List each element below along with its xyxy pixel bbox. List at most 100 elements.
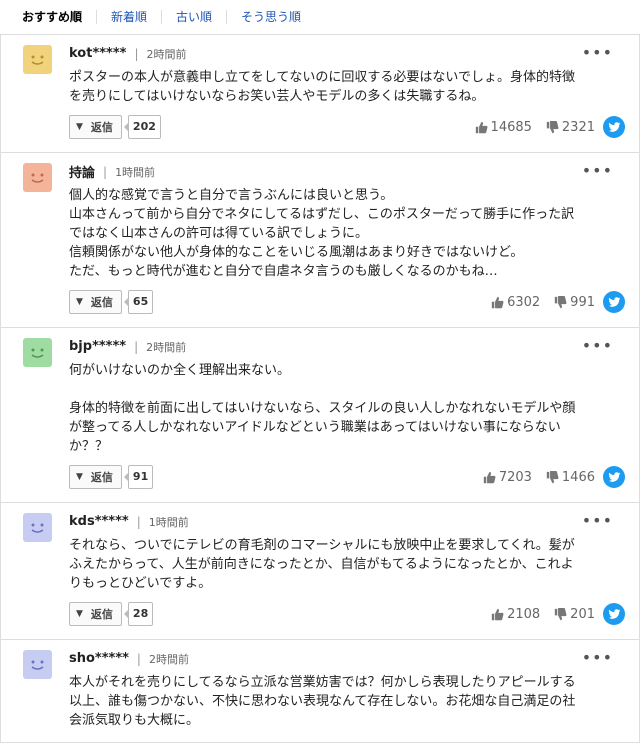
smiley-face-icon — [23, 163, 52, 192]
tab-agree[interactable]: そう思う順 — [226, 10, 315, 24]
reply-count[interactable]: 202 — [123, 115, 161, 139]
dislike-button[interactable]: 1466 — [546, 470, 595, 485]
caret-down-icon: ▼ — [76, 122, 83, 132]
dislike-button[interactable]: 2321 — [546, 120, 595, 135]
tab-newest[interactable]: 新着順 — [96, 10, 161, 24]
comment-text: 何がいけないのか全く理解出来ない。 身体的特徴を前面に出してはいけないなら、スタ… — [69, 363, 576, 454]
twitter-share-button[interactable] — [603, 466, 625, 488]
caret-down-icon: ▼ — [76, 609, 83, 619]
comment-meta: bjp***** | 2時間前 — [69, 338, 625, 355]
vote-group: 7203 1466 — [469, 470, 595, 485]
reply-label: 返信 — [90, 121, 113, 134]
like-count: 14685 — [490, 119, 532, 135]
like-button[interactable]: 7203 — [483, 470, 532, 485]
reply-label: 返信 — [90, 471, 113, 484]
comment-text: ポスターの本人が意義申し立てをしてないのに回収する必要はないでしょ。身体的特徴 … — [69, 70, 575, 104]
username: bjp***** — [69, 339, 127, 354]
separator: | — [136, 651, 141, 666]
username: kds***** — [69, 514, 129, 529]
avatar — [23, 338, 52, 367]
thumbs-down-icon — [554, 607, 567, 620]
vote-group: 14685 2321 — [461, 120, 595, 135]
thumbs-up-icon — [483, 471, 496, 483]
timestamp: 1時間前 — [115, 165, 156, 179]
twitter-share-button[interactable] — [603, 291, 625, 313]
smiley-face-icon — [23, 650, 52, 679]
thumbs-up-icon — [491, 608, 504, 620]
thumbs-up-icon — [491, 296, 504, 308]
twitter-share-button[interactable] — [603, 116, 625, 138]
vote-group: 6302 991 — [477, 295, 595, 310]
comment-meta: 持論 | 1時間前 — [69, 163, 625, 182]
reply-count[interactable]: 91 — [123, 465, 154, 489]
separator: | — [134, 339, 139, 354]
timestamp: 2時間前 — [146, 340, 187, 354]
comment-actions: ▼ 返信 202 14685 2321 — [69, 114, 625, 140]
more-options-icon[interactable]: ••• — [582, 43, 613, 62]
tab-recommended[interactable]: おすすめ順 — [22, 10, 96, 24]
comment-item: kot***** | 2時間前 ••• ポスターの本人が意義申し立てをしてないの… — [1, 35, 639, 153]
comment-item: bjp***** | 2時間前 ••• 何がいけないのか全く理解出来ない。 身体… — [1, 328, 639, 503]
smiley-face-icon — [23, 513, 52, 542]
comment-text: 個人的な感覚で言うと自分で言うぶんには良いと思う。 山本さんって前から自分でネタ… — [69, 188, 575, 279]
caret-down-icon: ▼ — [76, 472, 83, 482]
avatar — [23, 650, 52, 679]
caret-down-icon: ▼ — [76, 297, 83, 307]
reply-label: 返信 — [90, 608, 113, 621]
reply-button[interactable]: ▼ 返信 — [69, 602, 122, 626]
sort-tabs: おすすめ順 新着順 古い順 そう思う順 — [0, 0, 640, 35]
username: sho***** — [69, 651, 129, 666]
reply-button[interactable]: ▼ 返信 — [69, 465, 122, 489]
more-options-icon[interactable]: ••• — [582, 161, 613, 180]
timestamp: 1時間前 — [148, 515, 189, 529]
thumbs-down-icon — [554, 295, 567, 308]
like-count: 2108 — [507, 606, 541, 622]
dislike-button[interactable]: 991 — [554, 295, 595, 310]
like-button[interactable]: 6302 — [491, 295, 540, 310]
more-options-icon[interactable]: ••• — [582, 336, 613, 355]
comment-list: kot***** | 2時間前 ••• ポスターの本人が意義申し立てをしてないの… — [0, 35, 640, 743]
separator: | — [136, 514, 141, 529]
comment-text: 本人がそれを売りにしてるなら立派な営業妨害では？何かしら表現したりアピールする … — [69, 675, 576, 728]
comment-meta: sho***** | 2時間前 — [69, 650, 625, 667]
comment-meta: kot***** | 2時間前 — [69, 45, 625, 62]
like-count: 6302 — [507, 294, 541, 310]
comment-item: kds***** | 1時間前 ••• それなら、ついでにテレビの育毛剤のコマー… — [1, 503, 639, 640]
separator: | — [103, 164, 108, 179]
username: 持論 — [69, 166, 96, 181]
comment-item: sho***** | 2時間前 ••• 本人がそれを売りにしてるなら立派な営業妨… — [1, 640, 639, 743]
username: kot***** — [69, 46, 127, 61]
more-options-icon[interactable]: ••• — [582, 511, 613, 530]
comment-actions: ▼ 返信 65 6302 991 — [69, 289, 625, 315]
thumbs-down-icon — [546, 120, 559, 133]
tab-oldest[interactable]: 古い順 — [161, 10, 226, 24]
thumbs-down-icon — [546, 470, 559, 483]
like-count: 7203 — [498, 469, 532, 485]
more-options-icon[interactable]: ••• — [582, 648, 613, 667]
like-button[interactable]: 2108 — [491, 607, 540, 622]
separator: | — [134, 46, 139, 61]
twitter-share-button[interactable] — [603, 603, 625, 625]
avatar — [23, 45, 52, 74]
smiley-face-icon — [23, 45, 52, 74]
twitter-bird-icon — [608, 608, 620, 619]
comment-item: 持論 | 1時間前 ••• 個人的な感覚で言うと自分で言うぶんには良いと思う。 … — [1, 153, 639, 328]
timestamp: 2時間前 — [148, 652, 189, 666]
reply-label: 返信 — [90, 296, 113, 309]
twitter-bird-icon — [608, 121, 620, 132]
thumbs-up-icon — [475, 121, 488, 133]
comment-actions: ▼ 返信 91 7203 1466 — [69, 464, 625, 490]
reply-count[interactable]: 65 — [123, 290, 154, 314]
like-button[interactable]: 14685 — [475, 120, 532, 135]
dislike-count: 991 — [570, 294, 595, 310]
comment-actions: ▼ 返信 28 2108 201 — [69, 601, 625, 627]
reply-count[interactable]: 28 — [123, 602, 154, 626]
reply-button[interactable]: ▼ 返信 — [69, 290, 122, 314]
avatar — [23, 163, 52, 192]
dislike-button[interactable]: 201 — [554, 607, 595, 622]
dislike-count: 2321 — [561, 119, 595, 135]
reply-button[interactable]: ▼ 返信 — [69, 115, 122, 139]
vote-group: 2108 201 — [477, 607, 595, 622]
twitter-bird-icon — [608, 296, 620, 307]
comment-meta: kds***** | 1時間前 — [69, 513, 625, 530]
